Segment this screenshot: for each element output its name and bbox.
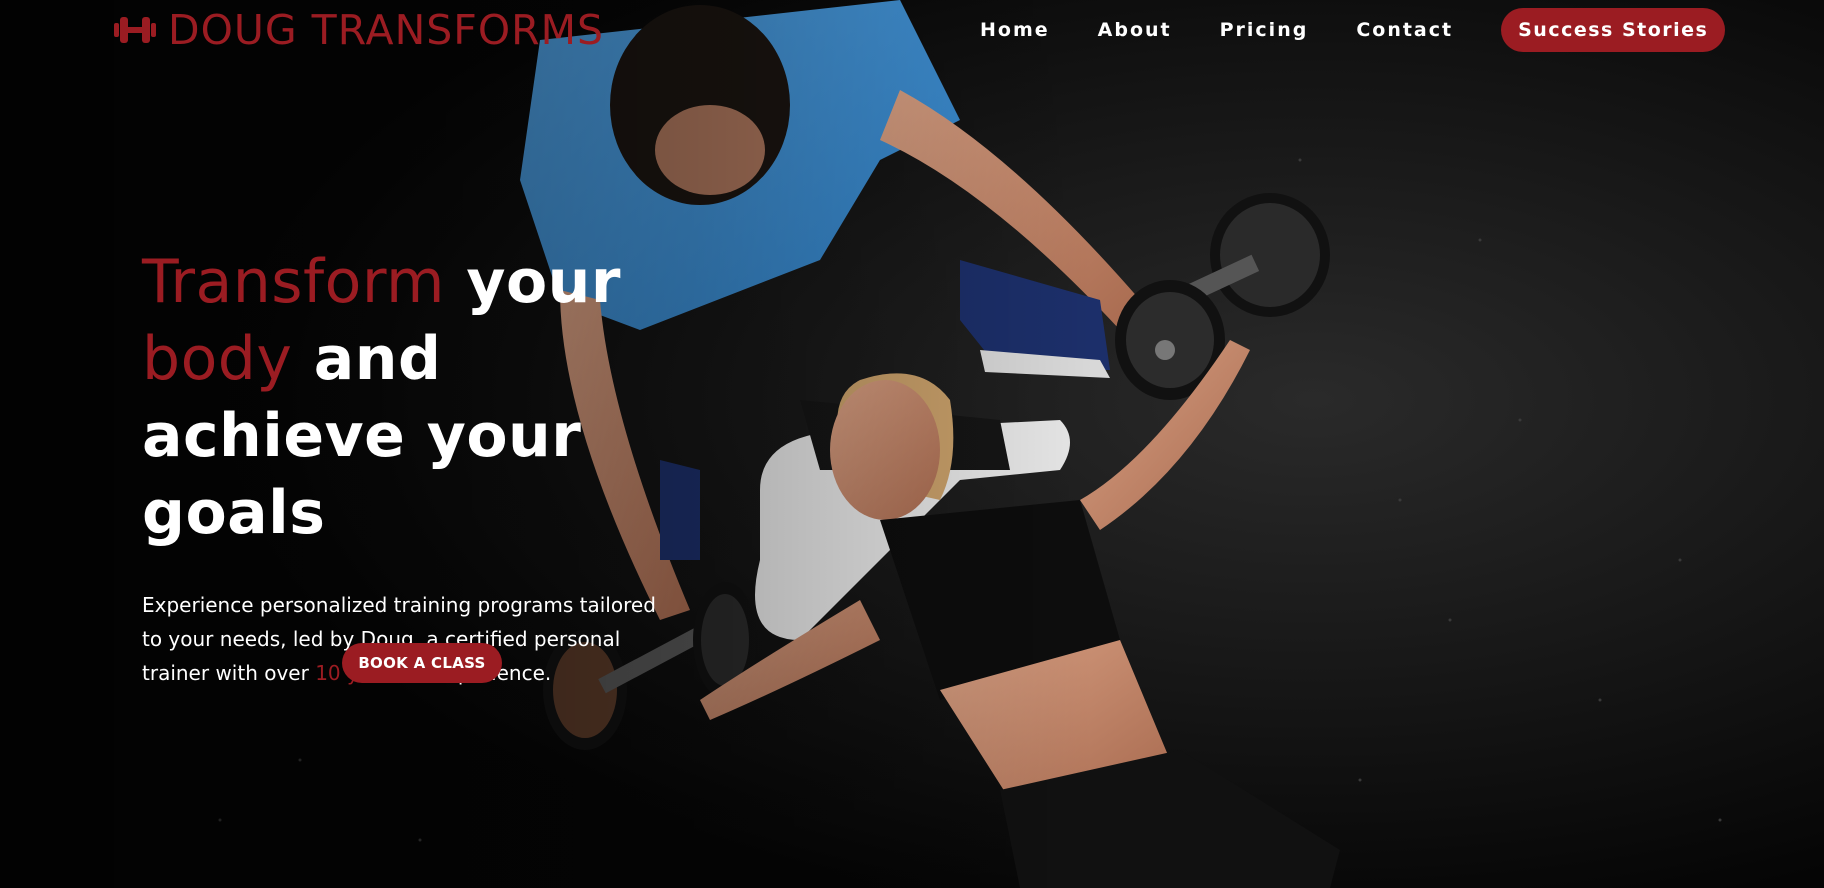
nav-contact-link[interactable]: Contact: [1356, 19, 1453, 41]
hero-title-part2: your: [444, 247, 621, 317]
nav-pricing-link[interactable]: Pricing: [1220, 19, 1309, 41]
brand-name: DOUG TRANSFORMS: [168, 6, 605, 54]
nav-about-link[interactable]: About: [1098, 19, 1172, 41]
hero-title-accent-body: body: [142, 324, 293, 394]
site-header: DOUG TRANSFORMS Home About Pricing Conta…: [0, 0, 1824, 62]
page: DOUG TRANSFORMS Home About Pricing Conta…: [0, 0, 1824, 888]
brand-logo[interactable]: DOUG TRANSFORMS: [112, 8, 604, 52]
book-a-class-button[interactable]: BOOK A CLASS: [342, 643, 502, 683]
nav-home-link[interactable]: Home: [980, 19, 1050, 41]
dumbbell-icon: [112, 12, 158, 48]
main-nav: Home About Pricing Contact Success Stori…: [980, 8, 1726, 52]
hero-section: Transform your body and achieve your goal…: [142, 244, 702, 690]
success-stories-button[interactable]: Success Stories: [1501, 8, 1726, 52]
hero-title-accent-transform: Transform: [142, 247, 445, 317]
hero-title: Transform your body and achieve your goal…: [142, 244, 702, 552]
